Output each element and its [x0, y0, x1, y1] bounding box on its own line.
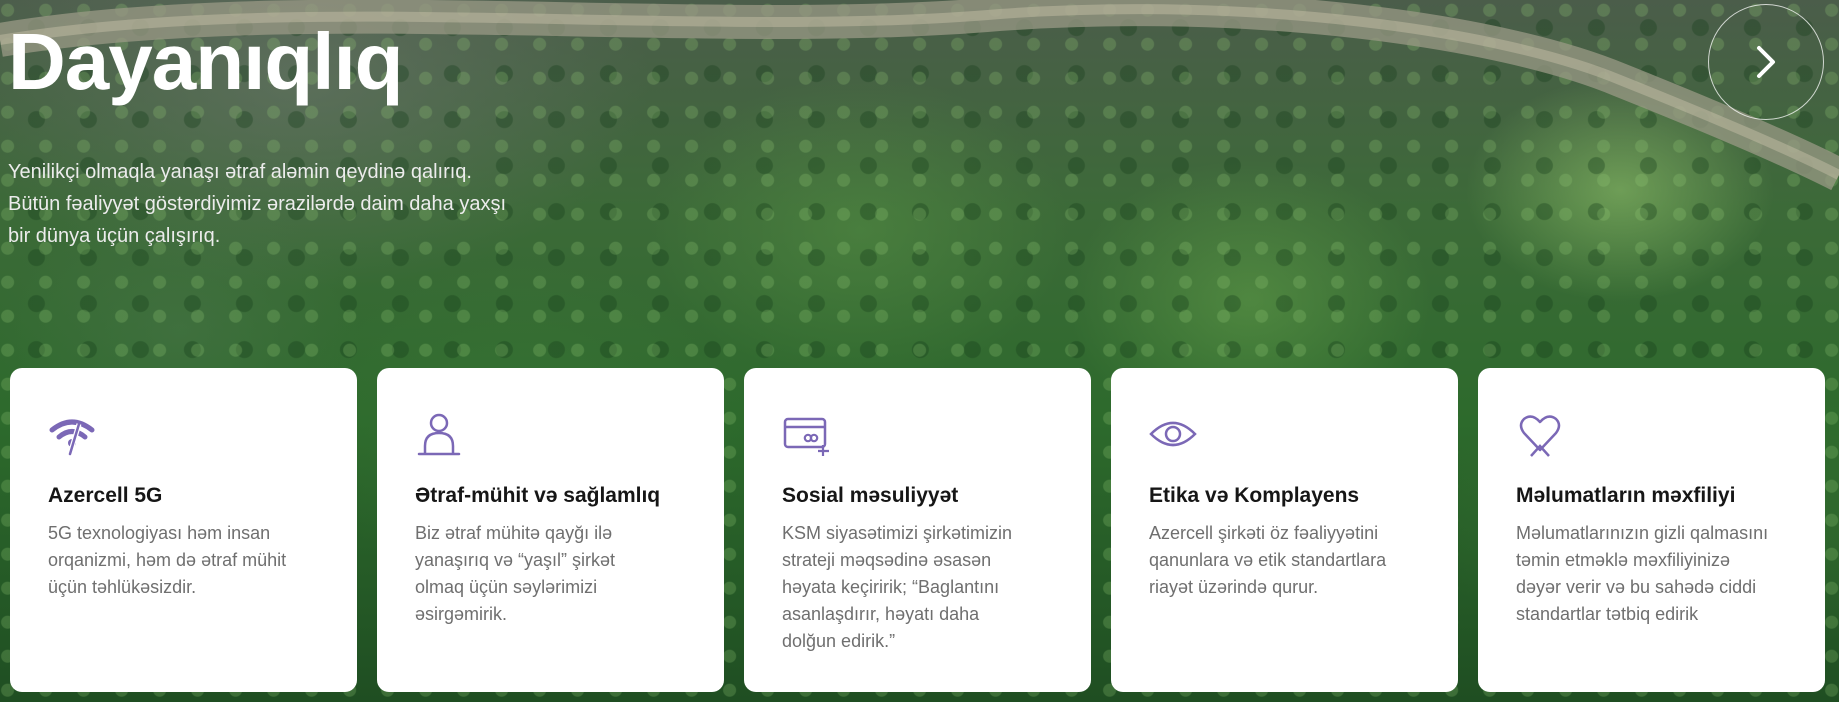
card-text-line: Azercell şirkəti öz fəaliyyətini	[1149, 523, 1379, 543]
card-text-line: dəyər verir və bu sahədə ciddi	[1516, 577, 1757, 597]
card-text-line: 5G texnologiyası həm insan	[48, 523, 271, 543]
card-title: Etika və Komplayens	[1149, 484, 1360, 507]
card-ethics-compliance[interactable]: Etika və Komplayens Azercell şirkəti öz …	[1111, 368, 1458, 692]
card-text-line: Məlumatlarınızın gizli qalmasını	[1516, 523, 1769, 543]
subtitle-line: Bütün fəaliyyət göstərdiyimiz ərazilərdə…	[8, 193, 507, 215]
page-title: Dayanıqlıq	[8, 17, 404, 106]
card-text-line: üçün təhlükəsizdir.	[48, 577, 197, 597]
card-text-line: orqanizmi, həm də ətraf mühit	[48, 550, 287, 570]
card-text-line: yanaşırıq və “yaşıl” şirkət	[415, 550, 616, 570]
5g-signal-icon	[49, 419, 95, 456]
card-social-responsibility[interactable]: Sosial məsuliyyət KSM siyasətimizi şirkə…	[744, 368, 1091, 692]
page-subtitle: Yenilikçi olmaqla yanaşı ətraf aləmin qe…	[8, 156, 608, 252]
card-title: Azercell 5G	[48, 484, 163, 507]
card-text-line: standartlar tətbiq edirik	[1516, 604, 1699, 624]
card-text-line: təmin etməklə məxfiliyinizə	[1516, 550, 1731, 570]
card-text-line: riayət üzərində qurur.	[1149, 577, 1319, 597]
card-environment-health[interactable]: Ətraf-mühit və sağlamlıq Biz ətraf mühit…	[377, 368, 724, 692]
card-data-privacy[interactable]: Məlumatların məxfiliyi Məlumatlarınızın …	[1478, 368, 1825, 692]
card-title: Məlumatların məxfiliyi	[1516, 484, 1736, 507]
card-text-line: olmaq üçün səylərimizi	[415, 577, 598, 597]
feature-cards: Azercell 5G 5G texnologiyası həm insan o…	[10, 368, 1825, 692]
chevron-right-icon	[1757, 46, 1775, 78]
card-description: Azercell şirkəti öz fəaliyyətini qanunla…	[1149, 520, 1422, 601]
next-slide-button[interactable]	[1708, 4, 1824, 120]
card-text-line: əsirgəmirik.	[415, 604, 508, 624]
card-description: Məlumatlarınızın gizli qalmasını təmin e…	[1516, 520, 1789, 628]
card-text-line: qanunlara və etik standartlara	[1149, 550, 1387, 570]
card-azercell-5g[interactable]: Azercell 5G 5G texnologiyası həm insan o…	[10, 368, 357, 692]
card-icon	[783, 417, 829, 456]
card-description: Biz ətraf mühitə qayğı ilə yanaşırıq və …	[415, 520, 688, 628]
eye-icon	[1149, 421, 1197, 447]
card-text-line: dolğun edirik.”	[782, 631, 896, 651]
person-icon	[417, 413, 461, 456]
card-text-line: həyata keçiririk; “Baglantını	[782, 577, 1000, 597]
card-text-line: asanlaşdırır, həyatı daha	[782, 604, 980, 624]
card-title: Sosial məsuliyyət	[782, 484, 959, 507]
subtitle-line: bir dünya üçün çalışırıq.	[8, 225, 221, 247]
heart-icon	[1519, 415, 1561, 457]
card-description: KSM siyasətimizi şirkətimizin strateji m…	[782, 520, 1055, 655]
card-text-line: strateji məqsədinə əsasən	[782, 550, 992, 570]
card-text-line: Biz ətraf mühitə qayğı ilə	[415, 523, 613, 543]
subtitle-line: Yenilikçi olmaqla yanaşı ətraf aləmin qe…	[8, 161, 472, 183]
card-title: Ətraf-mühit və sağlamlıq	[415, 484, 661, 507]
card-text-line: KSM siyasətimizi şirkətimizin	[782, 523, 1013, 543]
card-description: 5G texnologiyası həm insan orqanizmi, hə…	[48, 520, 321, 601]
